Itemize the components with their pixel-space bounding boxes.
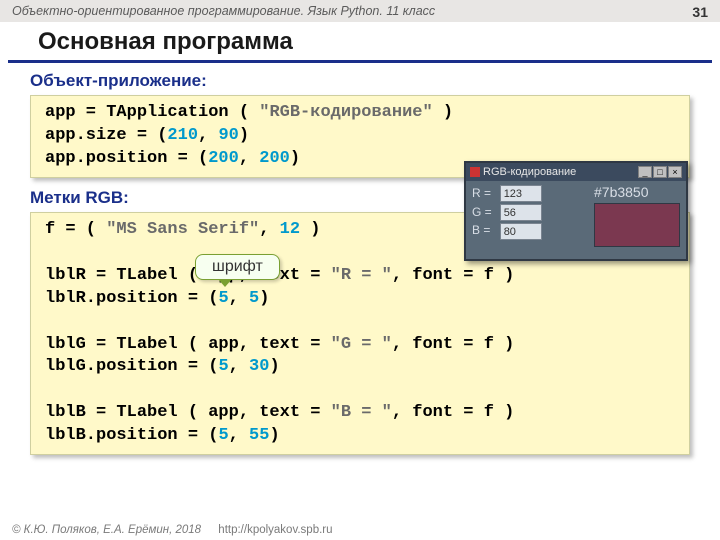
course-title: Объектно-ориентированное программировани… (12, 4, 435, 20)
footer-url: http://kpolyakov.spb.ru (218, 524, 332, 536)
label-r: R = (472, 184, 492, 203)
copyright: © К.Ю. Поляков, Е.А. Ерёмин, 2018 (12, 524, 201, 536)
window-title: RGB-кодирование (483, 166, 576, 178)
slide: Объектно-ориентированное программировани… (0, 0, 720, 540)
input-b[interactable] (500, 223, 542, 240)
maximize-button[interactable]: □ (653, 166, 667, 178)
window-body: R = G = B = #7b3850 (466, 181, 686, 250)
window-titlebar: RGB-кодирование _ □ × (466, 163, 686, 181)
color-swatch (594, 203, 680, 247)
label-b: B = (472, 221, 492, 240)
hex-label: #7b3850 (594, 184, 680, 200)
content: Объект-приложение: app = TApplication ( … (0, 63, 720, 455)
app-icon (470, 167, 480, 177)
app-window: RGB-кодирование _ □ × R = G = B = (464, 161, 688, 261)
label-g: G = (472, 203, 492, 222)
input-r[interactable] (500, 185, 542, 202)
topbar: Объектно-ориентированное программировани… (0, 0, 720, 22)
input-g[interactable] (500, 204, 542, 221)
callout-font: шрифт (195, 254, 280, 280)
page-title: Основная программа (8, 22, 712, 63)
subhead-app: Объект-приложение: (30, 71, 690, 91)
page-number: 31 (692, 4, 708, 20)
minimize-button[interactable]: _ (638, 166, 652, 178)
close-button[interactable]: × (668, 166, 682, 178)
footer: © К.Ю. Поляков, Е.А. Ерёмин, 2018 http:/… (12, 524, 333, 536)
